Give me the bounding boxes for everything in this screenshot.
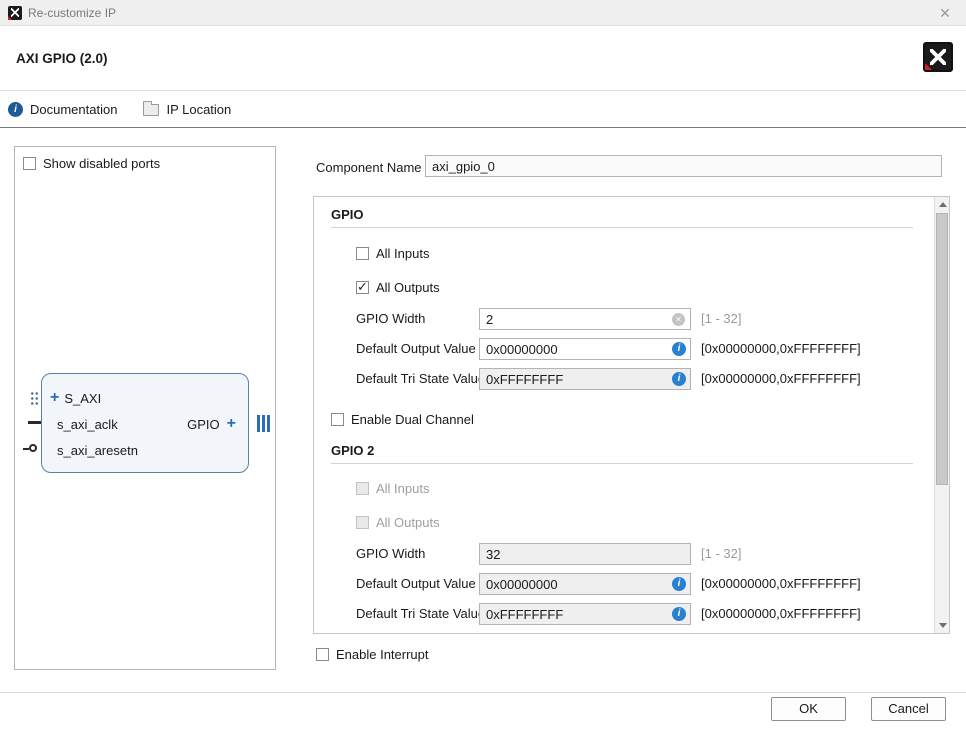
default-output-field[interactable] [479,338,691,360]
scroll-down-icon[interactable] [935,618,950,633]
ip-block-diagram: S_AXI s_axi_aclk s_axi_aresetn GPIO [41,373,249,473]
window-title: Re-customize IP [28,6,116,20]
expand-plus-icon[interactable] [50,391,59,405]
clock-pin-icon [28,421,41,424]
all-inputs-label: All Inputs [376,481,429,496]
checkbox-disabled-icon [356,482,369,495]
gpio2-default-output-range: [0x00000000,0xFFFFFFFF] [701,576,861,592]
enable-dual-channel-checkbox[interactable]: Enable Dual Channel [331,411,474,427]
checkbox-checked-icon[interactable] [356,281,369,294]
port-s-axi-aclk: s_axi_aclk [57,417,118,432]
gpio2-default-tri-field [479,603,691,625]
ip-location-button[interactable]: IP Location [143,102,231,117]
port-s-axi: S_AXI [64,391,101,406]
gpio2-default-output-input [480,577,672,592]
gpio2-section-header: GPIO 2 [331,443,913,464]
default-tri-range: [0x00000000,0xFFFFFFFF] [701,371,861,387]
enable-interrupt-label: Enable Interrupt [336,647,429,662]
gpio-all-outputs-checkbox[interactable]: All Outputs [356,279,440,295]
scroll-up-icon[interactable] [935,197,950,212]
component-name-input[interactable] [426,159,941,174]
default-tri-input [480,372,672,387]
info-icon[interactable] [672,577,686,591]
checkbox-icon[interactable] [23,157,36,170]
gpio-bus-icon [257,415,270,432]
folder-icon [143,104,159,116]
checkbox-icon[interactable] [316,648,329,661]
xilinx-logo-icon [8,6,22,20]
config-panel: GPIO All Inputs All Outputs GPIO Width [… [313,196,950,634]
cancel-button[interactable]: Cancel [871,697,946,721]
gpio-all-inputs-checkbox[interactable]: All Inputs [356,245,429,261]
gpio2-width-field [479,543,691,565]
default-tri-field [479,368,691,390]
clear-icon[interactable] [672,313,685,326]
info-icon[interactable] [672,607,686,621]
component-name-label: Component Name [316,160,422,176]
gpio-width-label: GPIO Width [356,311,425,327]
documentation-icon [8,102,23,117]
checkbox-icon[interactable] [331,413,344,426]
gpio2-width-range: [1 - 32] [701,546,741,562]
documentation-label: Documentation [30,102,117,117]
default-output-range: [0x00000000,0xFFFFFFFF] [701,341,861,357]
default-tri-label: Default Tri State Value [356,371,485,387]
all-outputs-label: All Outputs [376,280,440,295]
checkbox-icon[interactable] [356,247,369,260]
gpio2-default-tri-input [480,607,672,622]
gpio2-default-tri-label: Default Tri State Value [356,606,485,622]
close-icon[interactable] [936,4,954,22]
default-output-input[interactable] [480,342,672,357]
reset-pin-icon [29,444,37,452]
default-output-label: Default Output Value [356,341,476,357]
all-inputs-label: All Inputs [376,246,429,261]
title-bar: Re-customize IP [0,0,966,26]
checkbox-disabled-icon [356,516,369,529]
enable-dual-channel-label: Enable Dual Channel [351,412,474,427]
show-disabled-ports-checkbox[interactable]: Show disabled ports [23,155,160,171]
info-icon[interactable] [672,372,686,386]
component-name-field[interactable] [425,155,942,177]
expand-plus-icon[interactable] [227,417,236,431]
gpio2-default-output-field [479,573,691,595]
port-s-axi-aresetn: s_axi_aresetn [57,443,138,458]
toolbar: Documentation IP Location [0,91,966,128]
gpio2-default-output-label: Default Output Value [356,576,476,592]
gpio2-all-inputs-checkbox: All Inputs [356,480,429,496]
documentation-button[interactable]: Documentation [8,102,117,117]
config-scrollbar[interactable] [934,197,949,633]
gpio-width-field[interactable] [479,308,691,330]
xilinx-logo [923,42,953,72]
ok-button[interactable]: OK [771,697,846,721]
all-outputs-label: All Outputs [376,515,440,530]
gpio2-width-input [480,547,690,562]
gpio2-default-tri-range: [0x00000000,0xFFFFFFFF] [701,606,861,622]
gpio2-width-label: GPIO Width [356,546,425,562]
show-disabled-ports-label: Show disabled ports [43,156,160,171]
gpio-width-range: [1 - 32] [701,311,741,327]
port-gpio: GPIO [187,417,220,432]
footer-divider [0,692,966,693]
block-preview-panel: Show disabled ports S_AXI s_axi_aclk s_a… [14,146,276,670]
info-icon[interactable] [672,342,686,356]
gpio-width-input[interactable] [480,312,672,327]
scrollbar-thumb[interactable] [936,213,948,485]
enable-interrupt-checkbox[interactable]: Enable Interrupt [316,646,429,662]
ip-location-label: IP Location [166,102,231,117]
page-title: AXI GPIO (2.0) [16,51,108,66]
gpio2-all-outputs-checkbox: All Outputs [356,514,440,530]
gpio-section-header: GPIO [331,207,913,228]
interface-grip-icon [30,391,39,406]
